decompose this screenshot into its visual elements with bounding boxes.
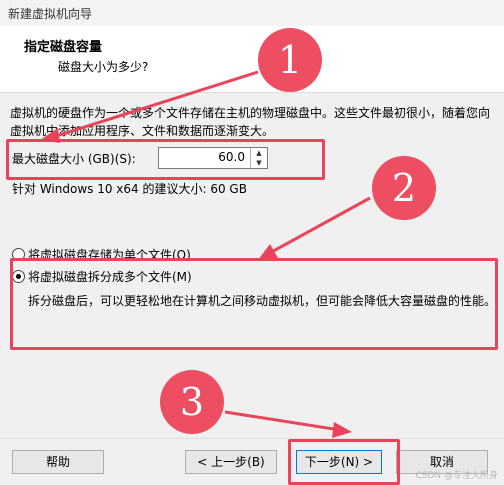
annotation-badge-2: 2 (372, 156, 436, 220)
arrow-3 (224, 410, 341, 432)
watermark: CSDN @专注大所身 (415, 471, 498, 481)
arrow-1 (49, 70, 259, 140)
arrow-1-head (40, 128, 60, 143)
annotation-badge-1: 1 (258, 28, 322, 92)
arrow-3-head (332, 422, 352, 438)
annotation-badge-3: 3 (160, 370, 224, 434)
annotation-arrows (40, 70, 371, 438)
arrow-2 (267, 196, 371, 256)
arrow-2-head (258, 244, 278, 260)
